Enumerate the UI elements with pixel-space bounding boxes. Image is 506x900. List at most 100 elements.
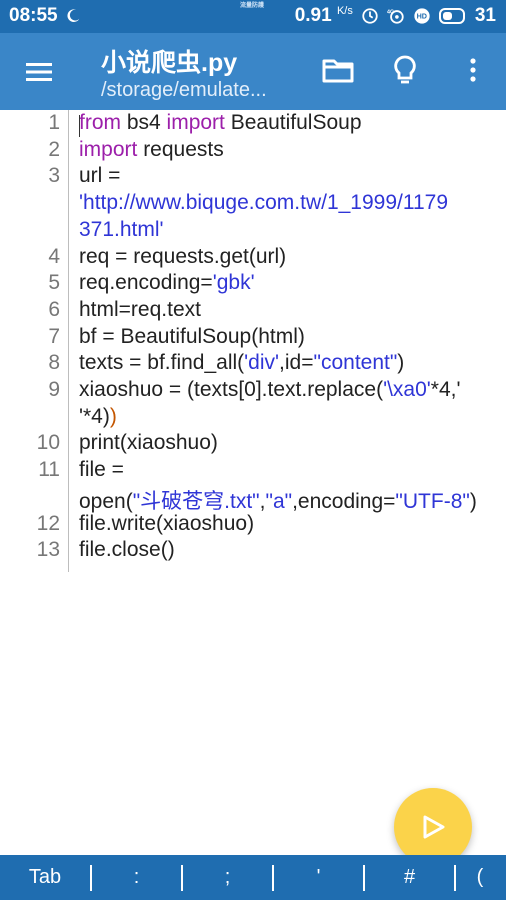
code-text: open("斗破苍穹.txt","a",encoding="UTF-8") xyxy=(79,485,477,515)
hd-icon: HD xyxy=(414,8,430,24)
status-right: 0.91 K/s 4G HD 31 xyxy=(295,5,496,27)
file-title: 小说爬虫.py xyxy=(101,49,238,77)
line-number: 8 xyxy=(48,351,60,375)
code-token: ,encoding= xyxy=(292,489,396,513)
code-text: req = requests.get(url) xyxy=(79,245,286,269)
code-token: ) xyxy=(109,404,117,428)
app-bar: 小说爬虫.py /storage/emulate... xyxy=(0,33,506,110)
code-line: 4 req = requests.get(url) xyxy=(0,245,506,272)
line-number: 9 xyxy=(48,378,60,401)
status-bar: 08:55 流量防護 0.91 K/s 4G HD 31 xyxy=(0,0,506,33)
code-token: print(xiaoshuo) xyxy=(79,431,218,455)
code-token: open( xyxy=(79,489,133,513)
code-line: 10 print(xiaoshuo) xyxy=(0,431,506,458)
code-token: "斗破苍穹.txt" xyxy=(132,489,260,513)
status-left: 08:55 xyxy=(9,5,82,27)
menu-icon[interactable] xyxy=(24,57,54,87)
code-line: 3 url = xyxy=(0,164,506,191)
line-number: 6 xyxy=(48,297,60,321)
file-path: /storage/emulate... xyxy=(101,79,267,101)
svg-text:4G: 4G xyxy=(387,9,394,15)
code-text: xiaoshuo = (texts[0].text.replace('\xa0'… xyxy=(79,378,461,402)
code-token: req.encoding= xyxy=(79,271,213,295)
key-semicolon[interactable]: ; xyxy=(183,855,272,900)
key-hash[interactable]: # xyxy=(365,855,454,900)
code-token: "a" xyxy=(265,489,293,513)
line-number: 1 xyxy=(48,111,60,134)
key-paren[interactable]: ( xyxy=(456,855,504,900)
key-tab[interactable]: Tab xyxy=(0,855,90,900)
line-number: 7 xyxy=(48,324,60,348)
code-text: bf = BeautifulSoup(html) xyxy=(79,325,305,349)
code-token: ) xyxy=(397,351,405,375)
line-number: 5 xyxy=(48,271,60,295)
code-token: bf = BeautifulSoup(html) xyxy=(79,324,305,348)
line-number: 4 xyxy=(48,244,60,268)
code-text: 371.html' xyxy=(79,218,164,242)
line-number: 2 xyxy=(48,137,60,161)
code-text: file.close() xyxy=(79,538,175,562)
svg-text:HD: HD xyxy=(416,12,426,21)
symbol-key-bar: Tab : ; ' # ( xyxy=(0,855,506,900)
code-token: file.close() xyxy=(79,538,175,562)
code-token: 'gbk' xyxy=(212,271,255,295)
code-text: '*4)) xyxy=(79,405,117,429)
status-center-text: 流量防護 xyxy=(240,3,265,9)
status-time: 08:55 xyxy=(9,5,58,26)
code-token: xiaoshuo = (texts[0].text.replace( xyxy=(79,378,384,401)
code-token: import xyxy=(79,137,138,161)
code-token: requests xyxy=(137,137,224,161)
code-token: url = xyxy=(79,164,121,188)
code-line: 8 texts = bf.find_all('div',id="content") xyxy=(0,351,506,378)
code-token: html=req.text xyxy=(79,297,201,321)
net-speed: 0.91 K/s xyxy=(294,5,353,26)
key-quote[interactable]: ' xyxy=(274,855,363,900)
line-number: 10 xyxy=(36,431,60,455)
code-token: texts = bf.find_all( xyxy=(79,351,245,375)
code-token: bs4 xyxy=(121,111,167,134)
code-editor[interactable]: 1 from bs4 import BeautifulSoup 2 import re… xyxy=(0,110,506,855)
code-token: file = xyxy=(79,458,124,482)
code-line: 7 bf = BeautifulSoup(html) xyxy=(0,325,506,352)
code-text: html=req.text xyxy=(79,298,201,322)
code-line: 13 file.close() xyxy=(0,538,506,565)
4g-signal-icon: 4G xyxy=(387,9,404,24)
code-token: req = requests.get(url) xyxy=(79,244,287,268)
code-token: import xyxy=(166,111,225,134)
code-line: '*4)) xyxy=(0,405,506,432)
lightbulb-icon[interactable] xyxy=(388,53,422,87)
code-line: 371.html' xyxy=(0,218,506,245)
code-line: 12 file.write(xiaoshuo) xyxy=(0,512,506,539)
code-text: req.encoding='gbk' xyxy=(79,271,255,295)
code-line: 6 html=req.text xyxy=(0,298,506,325)
alarm-clock-icon xyxy=(362,8,378,24)
code-text: from bs4 import BeautifulSoup xyxy=(79,111,362,135)
code-token: "UTF-8" xyxy=(395,489,470,513)
code-text: import requests xyxy=(79,138,224,162)
text-cursor xyxy=(79,115,80,137)
code-token: '\xa0' xyxy=(383,378,431,401)
code-token: BeautifulSoup xyxy=(224,111,362,134)
code-text: url = xyxy=(79,164,120,188)
code-token: ,id= xyxy=(279,351,314,375)
code-text: file = xyxy=(79,458,124,482)
code-text: 'http://www.biquge.com.tw/1_1999/1179 xyxy=(79,191,448,215)
code-text: file.write(xiaoshuo) xyxy=(79,512,254,536)
code-line: 2 import requests xyxy=(0,138,506,165)
more-vertical-icon[interactable] xyxy=(456,53,490,87)
battery-level: 31 xyxy=(474,5,496,26)
code-token: file.write(xiaoshuo) xyxy=(79,511,255,535)
folder-icon[interactable] xyxy=(321,53,355,87)
code-line: 'http://www.biquge.com.tw/1_1999/1179 xyxy=(0,191,506,218)
code-token: 371.html' xyxy=(79,217,164,241)
code-text: texts = bf.find_all('div',id="content") xyxy=(79,351,404,375)
code-line: 11 file = xyxy=(0,458,506,485)
net-speed-unit: K/s xyxy=(336,5,353,17)
key-colon[interactable]: : xyxy=(92,855,181,900)
code-line: open("斗破苍穹.txt","a",encoding="UTF-8") xyxy=(0,485,506,515)
code-token: ) xyxy=(469,489,477,513)
line-number: 11 xyxy=(38,458,60,482)
code-token: from xyxy=(79,111,121,134)
code-line: 5 req.encoding='gbk' xyxy=(0,271,506,298)
code-line: 1 from bs4 import BeautifulSoup xyxy=(0,111,506,138)
